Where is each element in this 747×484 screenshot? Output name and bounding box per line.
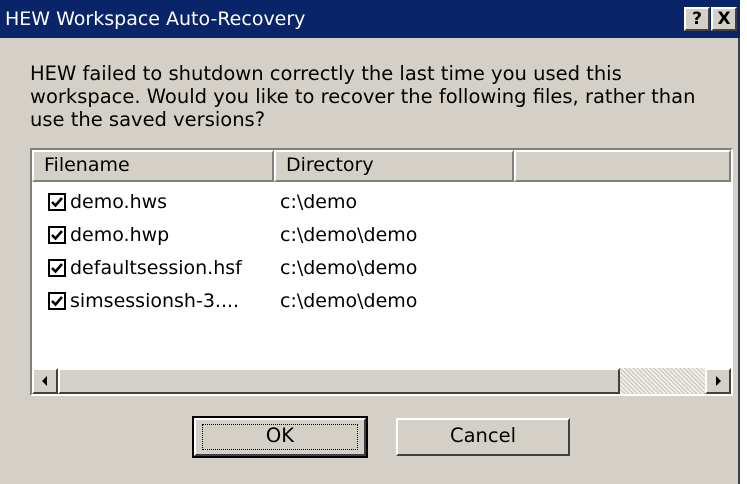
scroll-right-button[interactable]	[705, 368, 731, 394]
arrow-left-icon	[42, 376, 47, 386]
scroll-left-button[interactable]	[32, 368, 58, 394]
list-item[interactable]: demo.hws c:\demo	[32, 186, 731, 218]
file-checkbox[interactable]	[48, 292, 66, 310]
filename-cell: demo.hwp	[70, 224, 170, 246]
help-button[interactable]: ?	[684, 7, 710, 31]
list-item[interactable]: demo.hwp c:\demo\demo	[32, 219, 731, 251]
column-header-filename[interactable]: Filename	[32, 150, 274, 182]
close-button[interactable]: X	[711, 7, 737, 31]
title-bar[interactable]: HEW Workspace Auto-Recovery ? X	[0, 0, 740, 38]
recovery-message: HEW failed to shutdown correctly the las…	[30, 62, 696, 131]
arrow-right-icon	[716, 376, 721, 386]
file-list[interactable]: Filename Directory demo.hws c:\demo demo…	[30, 148, 733, 396]
column-header-empty[interactable]	[514, 150, 731, 182]
checkmark-icon	[51, 197, 63, 208]
column-header-directory[interactable]: Directory	[274, 150, 514, 182]
file-checkbox[interactable]	[48, 259, 66, 277]
scroll-track[interactable]	[620, 368, 705, 394]
list-item[interactable]: defaultsession.hsf c:\demo\demo	[32, 252, 731, 284]
checkmark-icon	[51, 230, 63, 241]
checkmark-icon	[51, 296, 63, 307]
directory-cell: c:\demo\demo	[280, 290, 418, 312]
scroll-thumb[interactable]	[58, 368, 620, 394]
ok-button-label: OK	[265, 424, 295, 447]
file-checkbox[interactable]	[48, 226, 66, 244]
window-title: HEW Workspace Auto-Recovery	[5, 8, 306, 30]
filename-cell: demo.hws	[70, 191, 168, 213]
filename-cell: simsessionsh-3....	[70, 290, 240, 312]
list-item[interactable]: simsessionsh-3.... c:\demo\demo	[32, 285, 731, 317]
file-checkbox[interactable]	[48, 193, 66, 211]
directory-cell: c:\demo\demo	[280, 224, 418, 246]
checkmark-icon	[51, 263, 63, 274]
directory-cell: c:\demo\demo	[280, 257, 418, 279]
horizontal-scrollbar[interactable]	[32, 368, 731, 394]
directory-cell: c:\demo	[280, 191, 358, 213]
filename-cell: defaultsession.hsf	[70, 257, 242, 279]
list-header: Filename Directory	[32, 150, 731, 182]
recovery-dialog: HEW Workspace Auto-Recovery ? X HEW fail…	[0, 0, 740, 484]
ok-button[interactable]: OK	[192, 416, 368, 458]
cancel-button[interactable]: Cancel	[396, 418, 570, 456]
